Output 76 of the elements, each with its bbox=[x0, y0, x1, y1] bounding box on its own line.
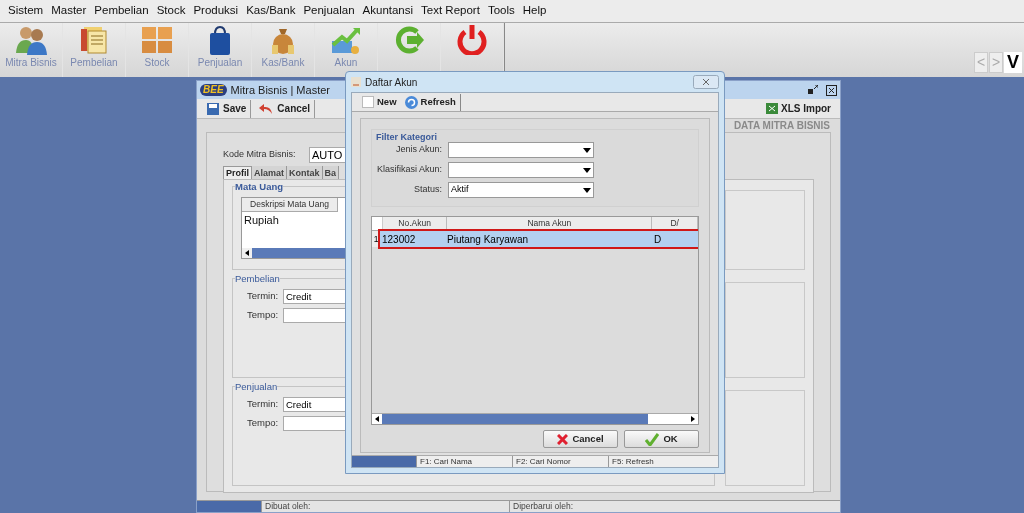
dropdown[interactable] bbox=[448, 142, 594, 158]
group-title: Penjualan bbox=[235, 380, 278, 395]
field-label: Termin: bbox=[247, 289, 277, 304]
status-text: Dibuat oleh: bbox=[261, 501, 509, 512]
menu-item[interactable]: Tools bbox=[483, 2, 519, 20]
field-label: Status: bbox=[413, 183, 442, 197]
menu-item[interactable]: Text Report bbox=[417, 2, 484, 20]
nav-button[interactable]: V bbox=[1004, 52, 1022, 73]
table-cell-text: 123002 bbox=[381, 232, 417, 247]
logout-icon bbox=[393, 25, 425, 55]
status-text: F5: Refresh bbox=[608, 456, 718, 467]
dropdown[interactable] bbox=[448, 162, 594, 178]
notebook-icon bbox=[78, 25, 110, 55]
header-corner bbox=[372, 217, 383, 230]
close-icon[interactable] bbox=[826, 84, 837, 96]
scroll-right-icon[interactable] bbox=[691, 416, 695, 422]
status-text: F1: Cari Nama bbox=[416, 456, 512, 467]
menu-item[interactable]: Help bbox=[518, 2, 551, 20]
window-title: Mitra Bisnis | Master bbox=[230, 82, 330, 98]
menu-item[interactable]: Pembelian bbox=[90, 2, 153, 20]
check-icon bbox=[645, 432, 660, 446]
action-button[interactable]: Cancel bbox=[255, 99, 316, 118]
field-label: Kode Mitra Bisnis: bbox=[223, 148, 297, 162]
refresh-icon bbox=[404, 95, 418, 109]
cross-icon bbox=[557, 433, 569, 445]
dropdown-arrow-icon bbox=[583, 187, 591, 193]
dialog-title: Daftar Akun bbox=[365, 75, 418, 90]
table-cell-text: Piutang Karyawan bbox=[446, 232, 530, 247]
field-label: Klasifikasi Akun: bbox=[375, 163, 442, 177]
spreadsheet-icon bbox=[766, 103, 778, 114]
boxes-icon bbox=[141, 25, 173, 55]
status-text: Diperbarui oleh: bbox=[509, 501, 757, 512]
scrollbar[interactable] bbox=[372, 413, 698, 424]
menu-item[interactable]: Kas/Bank bbox=[242, 2, 300, 20]
column-header: Deskripsi Mata Uang bbox=[242, 198, 338, 212]
import-button[interactable]: XLS Impor bbox=[763, 100, 834, 117]
checkbox-icon bbox=[362, 96, 374, 108]
people-icon bbox=[15, 25, 47, 55]
table-cell-text: D bbox=[653, 232, 663, 247]
field-label: Tempo: bbox=[247, 308, 277, 323]
table-cell-text: Rupiah bbox=[243, 213, 280, 228]
undo-icon bbox=[259, 102, 274, 115]
restore-icon[interactable] bbox=[808, 85, 818, 95]
save-icon bbox=[207, 102, 219, 115]
field-label: Jenis Akun: bbox=[394, 143, 442, 157]
dropdown-arrow-icon bbox=[583, 167, 591, 173]
field-label: Tempo: bbox=[247, 416, 277, 431]
menu-item[interactable]: Produksi bbox=[189, 2, 243, 20]
scroll-left-icon[interactable] bbox=[245, 250, 249, 256]
menu-item[interactable]: Akuntansi bbox=[358, 2, 418, 20]
chart-icon bbox=[330, 25, 362, 55]
menu-item[interactable]: Stock bbox=[152, 2, 190, 20]
action-button[interactable]: New bbox=[362, 94, 397, 110]
menu-item[interactable]: Penjualan bbox=[299, 2, 359, 20]
close-icon[interactable] bbox=[693, 75, 719, 89]
tab[interactable]: Alamat bbox=[252, 166, 288, 179]
status-text: F2: Cari Nomor bbox=[512, 456, 608, 467]
tab[interactable]: Kontak bbox=[287, 166, 323, 179]
menu-item[interactable]: Sistem bbox=[4, 2, 48, 20]
scroll-left-icon[interactable] bbox=[375, 416, 379, 422]
logo: BEE bbox=[200, 84, 227, 96]
field-label: Termin: bbox=[247, 397, 277, 412]
dialog-button[interactable]: OK bbox=[624, 430, 699, 448]
dropdown-arrow-icon bbox=[583, 147, 591, 153]
status-indicator bbox=[352, 456, 416, 467]
power-icon bbox=[456, 25, 488, 55]
action-button[interactable]: Save bbox=[203, 99, 252, 118]
dropdown[interactable]: Aktif bbox=[448, 182, 594, 198]
menu-item[interactable]: Master bbox=[47, 2, 91, 20]
tab[interactable]: Profil bbox=[223, 166, 252, 179]
section-title: DATA MITRA BISNIS bbox=[733, 119, 830, 132]
action-button[interactable]: Refresh bbox=[404, 94, 456, 110]
status-indicator bbox=[197, 501, 261, 512]
table-row[interactable]: 123002 Piutang Karyawan D bbox=[380, 231, 698, 247]
group-title: Filter Kategori bbox=[376, 131, 437, 144]
dialog-button[interactable]: Cancel bbox=[543, 430, 618, 448]
